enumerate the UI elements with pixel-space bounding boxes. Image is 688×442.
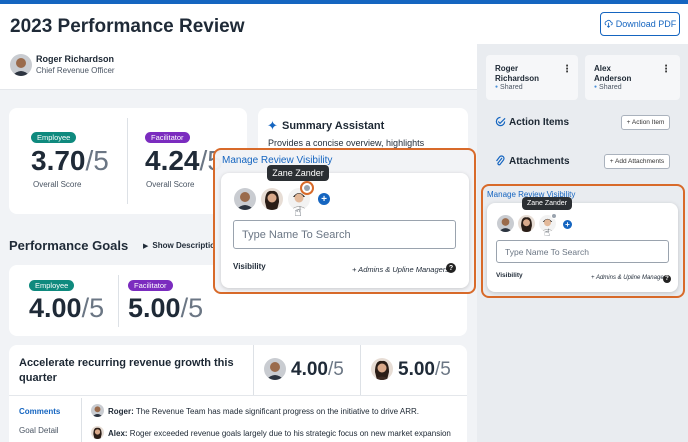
performance-goals-title: Performance Goals — [9, 238, 129, 253]
visibility-label: Visibility — [233, 262, 266, 271]
visibility-avatar-alex-small[interactable] — [518, 215, 535, 232]
comment-alex: Alex: Roger exceeded revenue goals large… — [108, 429, 451, 438]
page-header: 2023 Performance Review Download PDF — [0, 4, 688, 44]
cursor-hand-icon-small: ☝ — [544, 228, 551, 239]
paperclip-icon — [495, 155, 505, 170]
caret-right-icon: ▶ — [143, 243, 149, 250]
avatar-roger — [10, 54, 32, 76]
participant-name-roger: Roger Richardson — [495, 64, 540, 83]
goal-score-b: 5.00/5 — [398, 359, 451, 380]
cursor-hand-icon: ☝ — [294, 204, 302, 219]
download-pdf-label: Download PDF — [615, 19, 677, 29]
download-pdf-button[interactable]: Download PDF — [600, 12, 680, 36]
goal-divider-1 — [253, 345, 254, 395]
overall-facilitator-score: 4.24/5 — [145, 145, 223, 176]
participant-status-roger: Shared — [495, 84, 523, 91]
visibility-search-input-small[interactable] — [496, 240, 669, 263]
goal-item-separator — [9, 395, 467, 396]
visibility-label-small: Visibility — [496, 272, 523, 279]
check-edit-icon — [495, 116, 506, 130]
attachments-title: Attachments — [509, 156, 570, 167]
employee-pill: Employee — [31, 132, 77, 143]
summary-assistant-text: Provides a concise overview, highlights — [268, 138, 425, 148]
help-icon-small[interactable]: ? — [663, 275, 671, 283]
goals-employee-pill: Employee — [29, 280, 75, 291]
participant-status-alex: Shared — [594, 84, 622, 91]
person-role: Chief Revenue Officer — [36, 66, 115, 75]
show-description-toggle[interactable]: ▶ Show Descriptio — [143, 241, 215, 250]
comment-avatar-alex — [91, 426, 104, 439]
summary-assistant-title: Summary Assistant — [282, 120, 385, 132]
visibility-search-input[interactable] — [233, 220, 456, 249]
visibility-avatar-roger-small[interactable] — [497, 215, 514, 232]
page-title: 2023 Performance Review — [10, 16, 245, 37]
comments-divider — [81, 398, 82, 442]
visibility-avatar-roger[interactable] — [234, 188, 256, 210]
add-viewer-button[interactable]: + — [318, 193, 330, 205]
tab-comments[interactable]: Comments — [19, 407, 60, 416]
help-icon[interactable]: ? — [446, 263, 456, 273]
avatar-alex-small — [371, 358, 393, 380]
facilitator-pill: Facilitator — [145, 132, 190, 143]
remove-badge-icon[interactable] — [300, 181, 314, 195]
avatar-roger-small — [264, 358, 286, 380]
kebab-menu-icon[interactable]: ⋮ — [562, 64, 572, 75]
cloud-download-icon — [604, 19, 613, 30]
sparkle-icon: ✦ — [267, 118, 278, 133]
add-attachments-button[interactable]: + Add Attachments — [604, 154, 670, 169]
comment-avatar-roger — [91, 404, 104, 417]
goal-score-a: 4.00/5 — [291, 359, 344, 380]
goal-divider-2 — [360, 345, 361, 395]
tooltip-zane-zander: Zane Zander — [267, 165, 329, 181]
action-items-title: Action Items — [509, 117, 570, 128]
overall-employee-score: 3.70/5 — [31, 145, 109, 176]
goals-employee-score: 4.00/5 — [29, 293, 105, 323]
kebab-menu-icon-2[interactable]: ⋮ — [661, 64, 671, 75]
person-name: Roger Richardson — [36, 54, 115, 64]
overall-score-label: Overall Score — [33, 180, 82, 189]
comment-roger: Roger: The Revenue Team has made signifi… — [108, 407, 419, 416]
tooltip-small: Zane Zander — [522, 197, 572, 210]
visibility-value-small: + Admins & Upline Managers — [591, 275, 669, 281]
participant-name-alex: Alex Anderson — [594, 64, 632, 83]
overall-score-label-2: Overall Score — [146, 180, 195, 189]
remove-badge-icon-small[interactable] — [551, 213, 557, 219]
score-divider — [127, 118, 128, 204]
visibility-avatar-alex[interactable] — [261, 188, 283, 210]
goals-facilitator-score: 5.00/5 — [128, 293, 204, 323]
visibility-value: + Admins & Upline Managers — [352, 265, 450, 274]
goals-facilitator-pill: Facilitator — [128, 280, 173, 291]
add-action-item-button[interactable]: + Action Item — [621, 115, 670, 130]
goal-item-text: Accelerate recurring revenue growth this… — [19, 357, 234, 384]
tab-goal-detail[interactable]: Goal Detail — [19, 426, 59, 435]
goals-divider — [118, 275, 119, 327]
add-viewer-button-small[interactable]: + — [563, 220, 572, 229]
